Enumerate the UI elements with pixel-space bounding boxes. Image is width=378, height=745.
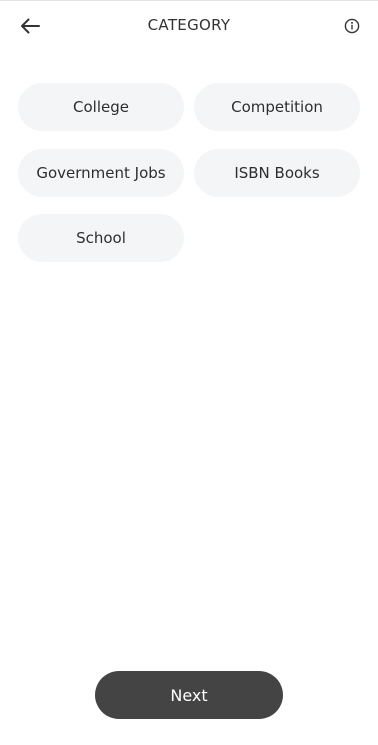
category-chip-competition[interactable]: Competition: [194, 83, 360, 131]
info-button[interactable]: [339, 13, 365, 39]
app-header: CATEGORY: [0, 0, 378, 52]
category-chip-school[interactable]: School: [18, 214, 184, 262]
category-chip-college[interactable]: College: [18, 83, 184, 131]
info-circle-icon: [344, 18, 360, 34]
category-chip-isbn-books[interactable]: ISBN Books: [194, 149, 360, 197]
next-button[interactable]: Next: [95, 671, 283, 719]
category-chip-government-jobs[interactable]: Government Jobs: [18, 149, 184, 197]
page-title: CATEGORY: [147, 16, 231, 34]
